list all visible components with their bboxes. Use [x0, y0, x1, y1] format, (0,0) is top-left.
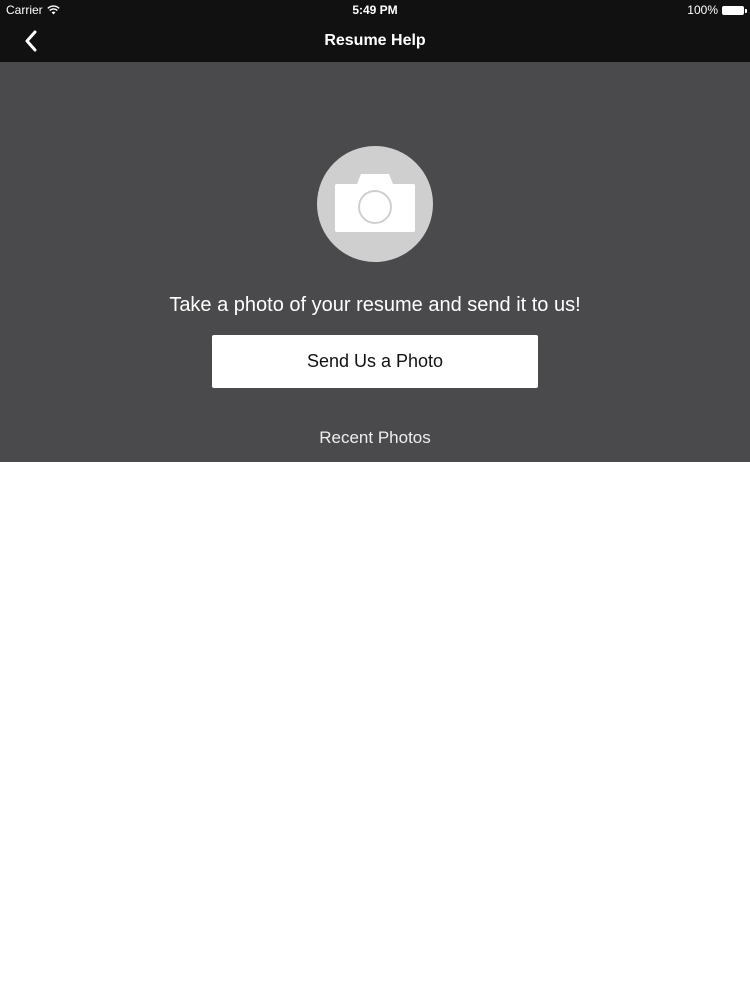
camera-button[interactable] — [317, 146, 433, 262]
photo-upload-panel: Take a photo of your resume and send it … — [0, 62, 750, 462]
status-bar: Carrier 5:49 PM 100% — [0, 0, 750, 20]
page-title: Resume Help — [324, 32, 426, 49]
navigation-bar: Resume Help — [0, 20, 750, 62]
battery-percent: 100% — [687, 3, 718, 17]
recent-photos-heading: Recent Photos — [319, 428, 431, 447]
battery-icon — [722, 5, 747, 15]
camera-icon — [335, 174, 415, 232]
status-time: 5:49 PM — [352, 3, 398, 17]
recent-photos-list — [0, 462, 750, 1000]
battery-indicator: 100% — [687, 3, 747, 17]
upload-prompt: Take a photo of your resume and send it … — [169, 294, 581, 316]
send-photo-button[interactable]: Send Us a Photo — [212, 335, 538, 388]
